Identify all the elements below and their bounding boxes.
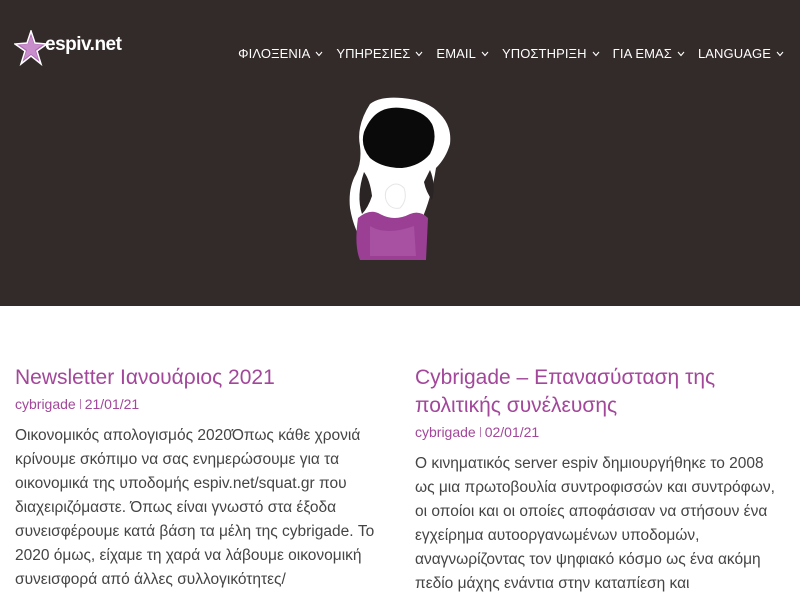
chevron-down-icon	[592, 51, 600, 56]
logo-text: espiv.net	[45, 34, 122, 55]
main-nav: ΦΙΛΟΞΕΝΙΑ ΥΠΗΡΕΣΙΕΣ EMAIL ΥΠΟΣΤΗΡΙΞΗ ΓΙΑ…	[225, 46, 784, 61]
post-card: Cybrigade – Επανασύσταση της πολιτικής σ…	[415, 364, 785, 596]
meta-separator	[79, 399, 81, 409]
chevron-down-icon	[481, 51, 489, 56]
chevron-down-icon	[677, 51, 685, 56]
hero-illustration	[340, 96, 460, 269]
nav-item-label: EMAIL	[436, 46, 476, 61]
chevron-down-icon	[416, 51, 423, 56]
post-excerpt: Ο κινηματικός server espiv δημιουργήθηκε…	[415, 455, 775, 592]
nav-item-label: LANGUAGE	[697, 46, 771, 61]
meta-separator	[479, 427, 481, 437]
nav-item-gia-emas[interactable]: ΓΙΑ ΕΜΑΣ	[613, 46, 685, 61]
chevron-down-icon	[315, 51, 323, 56]
nav-item-label: ΦΙΛΟΞΕΝΙΑ	[238, 46, 311, 61]
raised-fist-figure-icon	[349, 97, 451, 260]
post-author-link[interactable]: cybrigade	[15, 394, 76, 414]
site-header: espiv.net ΦΙΛΟΞΕΝΙΑ ΥΠΗΡΕΣΙΕΣ EMAIL ΥΠΟΣ…	[0, 0, 800, 306]
site-logo[interactable]: espiv.net	[14, 30, 122, 66]
post-meta: cybrigade 21/01/21	[15, 394, 385, 414]
star-logo-icon	[14, 30, 48, 66]
post-excerpt: Οικονομικός απολογισμός 2020Όπως κάθε χρ…	[15, 427, 375, 588]
nav-item-filoxenia[interactable]: ΦΙΛΟΞΕΝΙΑ	[238, 46, 323, 61]
post-date-link[interactable]: 21/01/21	[85, 394, 140, 414]
nav-item-label: ΥΠΗΡΕΣΙΕΣ	[336, 46, 411, 61]
nav-item-email[interactable]: EMAIL	[436, 46, 489, 61]
nav-item-language[interactable]: LANGUAGE	[698, 46, 784, 61]
post-title-link[interactable]: Cybrigade – Επανασύσταση της πολιτικής σ…	[415, 364, 785, 420]
nav-item-label: ΓΙΑ ΕΜΑΣ	[612, 46, 672, 61]
nav-item-ypostirixi[interactable]: ΥΠΟΣΤΗΡΙΞΗ	[502, 46, 600, 61]
nav-item-ypiresies[interactable]: ΥΠΗΡΕΣΙΕΣ	[336, 46, 423, 61]
posts-list: Newsletter Ιανουάριος 2021 cybrigade 21/…	[0, 306, 800, 600]
post-date-link[interactable]: 02/01/21	[485, 422, 540, 442]
post-card: Newsletter Ιανουάριος 2021 cybrigade 21/…	[15, 364, 385, 592]
post-author-link[interactable]: cybrigade	[415, 422, 476, 442]
nav-item-label: ΥΠΟΣΤΗΡΙΞΗ	[501, 46, 587, 61]
chevron-down-icon	[776, 51, 784, 56]
post-title-link[interactable]: Newsletter Ιανουάριος 2021	[15, 364, 385, 392]
post-meta: cybrigade 02/01/21	[415, 422, 785, 442]
